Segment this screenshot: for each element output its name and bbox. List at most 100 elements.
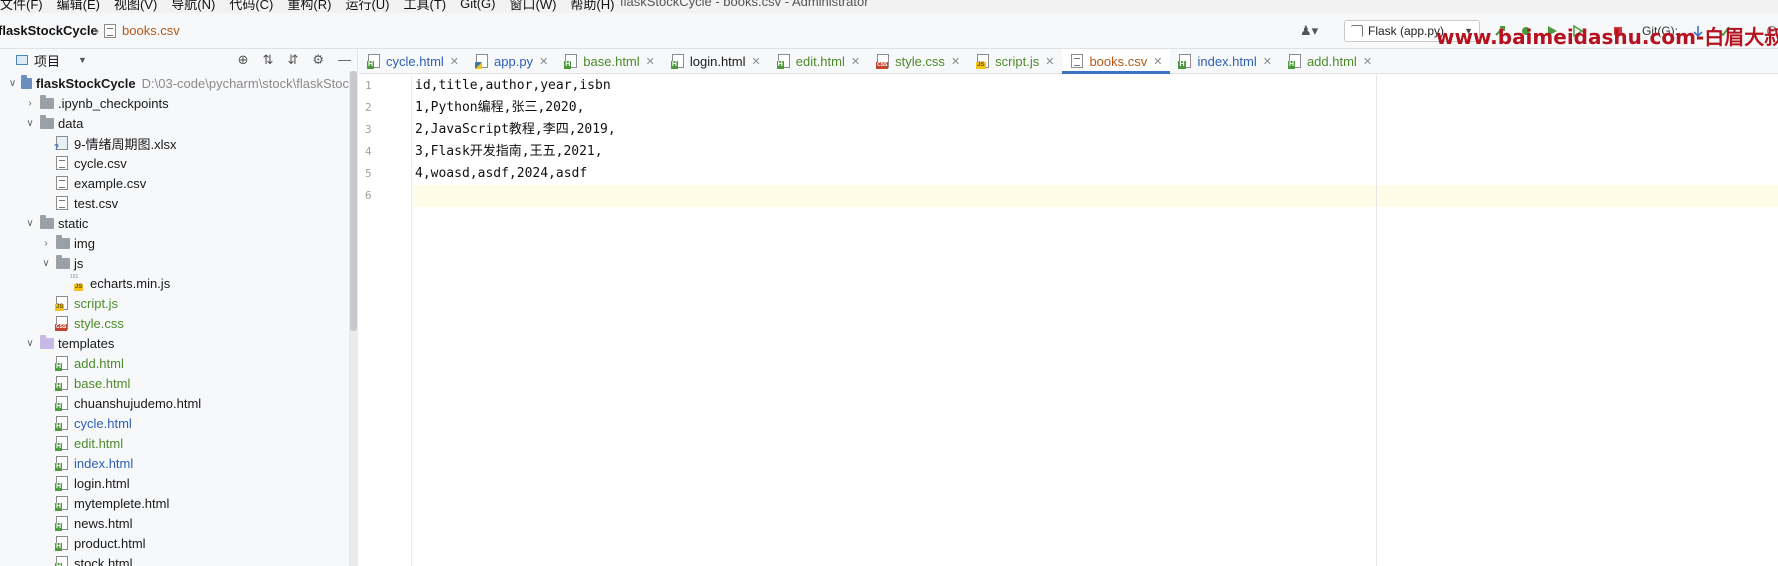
chevron-down-icon[interactable]: ∨ <box>24 338 36 349</box>
menu-item[interactable]: 编辑(E) <box>57 0 100 13</box>
tab-index-html[interactable]: index.html ✕ <box>1170 49 1279 73</box>
collapse-all-icon[interactable]: ⇵ <box>287 52 298 68</box>
chevron-down-icon[interactable]: ∨ <box>40 258 52 269</box>
tree-folder-row[interactable]: › .ipynb_checkpoints <box>0 93 349 113</box>
menu-item[interactable]: 重构(R) <box>287 0 331 13</box>
chevron-right-icon[interactable]: › <box>40 238 52 249</box>
tab-label: books.csv <box>1089 53 1148 69</box>
tree-folder-row[interactable]: ∨ data <box>0 113 349 133</box>
chevron-down-icon[interactable]: ∨ <box>24 118 36 129</box>
menu-item[interactable]: 帮助(H) <box>570 0 614 13</box>
expand-all-icon[interactable]: ⇅ <box>263 52 274 68</box>
locate-icon[interactable]: ⊕ <box>238 52 249 68</box>
tab-books-csv[interactable]: books.csv ✕ <box>1062 49 1171 74</box>
project-view-icon <box>16 55 28 65</box>
close-icon[interactable]: ✕ <box>450 55 459 68</box>
html-file-icon <box>1287 54 1301 69</box>
tab-edit-html[interactable]: edit.html ✕ <box>769 49 868 73</box>
tree-file-row[interactable]: cycle.csv <box>0 153 349 173</box>
close-icon[interactable]: ✕ <box>851 55 860 68</box>
tree-folder-row[interactable]: ∨ static <box>0 213 349 233</box>
code-line[interactable]: 2,JavaScript教程,李四,2019, <box>413 119 1778 141</box>
tree-file-row[interactable]: style.css <box>0 313 349 333</box>
menu-item[interactable]: 运行(U) <box>345 0 389 13</box>
tree-file-row[interactable]: 9-情绪周期图.xlsx <box>0 133 349 153</box>
close-icon[interactable]: ✕ <box>1153 55 1162 68</box>
code-line[interactable]: 3,Flask开发指南,王五,2021, <box>413 141 1778 163</box>
tab-app-py[interactable]: app.py ✕ <box>467 49 556 73</box>
project-panel: 项目 ▼ ⊕ ⇅ ⇵ ⚙ — ∨ flaskStockCycle D:\03-cod… <box>0 49 358 566</box>
tree-file-row[interactable]: chuanshujudemo.html <box>0 393 349 413</box>
tree-file-row[interactable]: script.js <box>0 293 349 313</box>
tree-file-row[interactable]: add.html <box>0 353 349 373</box>
html-file-icon <box>55 536 68 551</box>
user-icon[interactable]: ♟▾ <box>1300 23 1318 39</box>
chevron-right-icon[interactable]: › <box>24 98 36 109</box>
menu-item[interactable]: 工具(T) <box>403 0 446 13</box>
tree-item-label: style.css <box>74 315 124 331</box>
close-icon[interactable]: ✕ <box>646 55 655 68</box>
menu-item[interactable]: 文件(F) <box>0 0 43 13</box>
tree-item-label: test.csv <box>74 195 119 211</box>
tree-item-label: index.html <box>74 455 134 471</box>
breadcrumb-project[interactable]: flaskStockCycle <box>0 23 98 38</box>
code-line[interactable]: id,title,author,year,isbn <box>413 75 1778 97</box>
tree-file-row[interactable]: index.html <box>0 453 349 473</box>
tree-file-row[interactable]: news.html <box>0 513 349 533</box>
tree-file-row[interactable]: test.csv <box>0 193 349 213</box>
tree-file-row[interactable]: stock.html <box>0 553 349 566</box>
tree-file-row[interactable]: mytemplete.html <box>0 493 349 513</box>
tab-style-css[interactable]: style.css ✕ <box>868 49 968 73</box>
tree-folder-row[interactable]: ∨ flaskStockCycle D:\03-code\pycharm\stock… <box>0 73 349 93</box>
settings-icon[interactable]: ⚙ <box>312 52 324 68</box>
menu-item[interactable]: 代码(C) <box>229 0 273 13</box>
close-icon[interactable]: ✕ <box>752 55 761 68</box>
tree-folder-row[interactable]: ∨ js <box>0 253 349 273</box>
menu-item[interactable]: 视图(V) <box>114 0 157 13</box>
code-line[interactable] <box>413 185 1778 207</box>
chevron-down-icon[interactable]: ∨ <box>8 78 17 89</box>
tree-file-row[interactable]: edit.html <box>0 433 349 453</box>
tree-item-label: data <box>58 115 84 131</box>
tab-add-html[interactable]: add.html ✕ <box>1280 49 1380 73</box>
folder-icon <box>40 114 54 129</box>
tree-file-row[interactable]: echarts.min.js <box>0 273 349 293</box>
menu-item[interactable]: 窗口(W) <box>509 0 556 13</box>
tab-login-html[interactable]: login.html ✕ <box>663 49 769 73</box>
close-icon[interactable]: ✕ <box>1263 55 1272 68</box>
tree-item-path: D:\03-code\pycharm\stock\flaskStoc <box>141 75 349 91</box>
close-icon[interactable]: ✕ <box>951 55 960 68</box>
menu-item[interactable]: 导航(N) <box>171 0 215 13</box>
close-icon[interactable]: ✕ <box>1363 55 1372 68</box>
html-file-icon <box>55 476 68 491</box>
tab-base-html[interactable]: base.html ✕ <box>556 49 663 73</box>
python-file-icon <box>475 54 489 69</box>
chevron-down-icon[interactable]: ∨ <box>24 218 36 229</box>
line-number: 1 <box>365 79 372 92</box>
tree-file-row[interactable]: cycle.html <box>0 413 349 433</box>
tree-file-row[interactable]: example.csv <box>0 173 349 193</box>
tree-file-row[interactable]: login.html <box>0 473 349 493</box>
code-line[interactable]: 4,woasd,asdf,2024,asdf <box>413 163 1778 185</box>
scroll-thumb[interactable] <box>350 71 357 331</box>
menu-item[interactable]: Git(G) <box>460 0 495 11</box>
tree-folder-row[interactable]: ∨ templates <box>0 333 349 353</box>
breadcrumb-file[interactable]: books.csv <box>104 23 180 38</box>
project-scrollbar[interactable] <box>349 71 358 566</box>
chevron-down-icon[interactable]: ▼ <box>78 55 87 65</box>
tree-file-row[interactable]: base.html <box>0 373 349 393</box>
tab-script-js[interactable]: script.js ✕ <box>968 49 1062 73</box>
folder-icon <box>56 234 70 249</box>
tab-cycle-html[interactable]: cycle.html ✕ <box>359 49 467 73</box>
close-icon[interactable]: ✕ <box>1045 55 1054 68</box>
tree-file-row[interactable]: product.html <box>0 533 349 553</box>
code-area[interactable]: id,title,author,year,isbn 1,Python编程,张三,2… <box>413 75 1778 207</box>
close-icon[interactable]: ✕ <box>539 55 548 68</box>
code-editor[interactable]: 1 2 3 4 5 6 id,title,author,year,isbn 1,Python… <box>359 75 1778 566</box>
project-panel-title[interactable]: 项目 <box>34 51 60 70</box>
tree-folder-row[interactable]: › img <box>0 233 349 253</box>
hide-icon[interactable]: — <box>338 52 351 68</box>
xlsx-file-icon <box>54 136 68 152</box>
code-line[interactable]: 1,Python编程,张三,2020, <box>413 97 1778 119</box>
tab-label: cycle.html <box>386 53 444 69</box>
